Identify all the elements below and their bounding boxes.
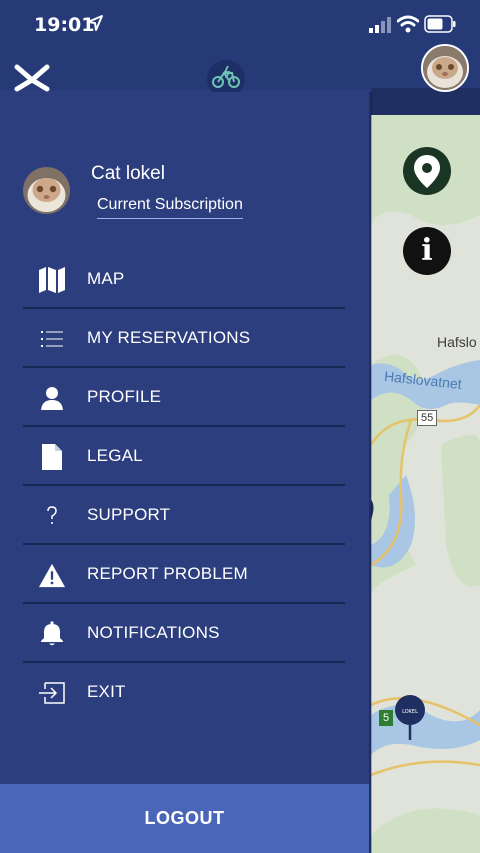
warning-icon bbox=[38, 561, 66, 589]
menu-item-map[interactable]: MAP bbox=[23, 250, 345, 309]
menu-item-legal[interactable]: LEGAL bbox=[23, 427, 345, 486]
drawer-shadow bbox=[369, 92, 372, 853]
menu-label-notifications: NOTIFICATIONS bbox=[87, 623, 220, 642]
bell-icon bbox=[38, 620, 66, 648]
menu-item-my-reservations[interactable]: MY RESERVATIONS bbox=[23, 309, 345, 368]
profile-avatar bbox=[23, 167, 70, 214]
map-icon bbox=[38, 266, 66, 294]
bike-location-pin[interactable]: LOKEL bbox=[394, 694, 426, 742]
map-label-place: Hafslo bbox=[437, 334, 477, 350]
person-icon bbox=[38, 384, 66, 412]
pin-text: LOKEL bbox=[402, 709, 418, 715]
map-terrain bbox=[371, 115, 480, 853]
menu-label-my-reservations: MY RESERVATIONS bbox=[87, 328, 251, 347]
menu-item-exit[interactable]: EXIT bbox=[23, 663, 345, 722]
exit-icon bbox=[38, 679, 66, 707]
current-subscription-button[interactable]: Current Subscription bbox=[97, 196, 243, 219]
menu-label-support: SUPPORT bbox=[87, 505, 171, 524]
user-name: Cat lokel bbox=[91, 163, 165, 184]
map-pin-icon bbox=[414, 155, 440, 188]
menu-label-map: MAP bbox=[87, 269, 125, 288]
battery-icon bbox=[424, 15, 456, 33]
cat-avatar-image bbox=[423, 46, 467, 90]
cat-avatar-image bbox=[23, 167, 70, 214]
menu-label-report-problem: REPORT PROBLEM bbox=[87, 564, 248, 583]
road-sign-5: 5 bbox=[379, 710, 394, 726]
map-view[interactable]: Hafslo Hafslovatnet 55 5 bbox=[371, 115, 480, 853]
close-menu-button[interactable] bbox=[12, 62, 52, 94]
question-icon bbox=[38, 502, 66, 530]
menu-item-profile[interactable]: PROFILE bbox=[23, 368, 345, 427]
map-header-strip bbox=[371, 88, 480, 115]
road-sign-55: 55 bbox=[417, 410, 438, 426]
menu-item-support[interactable]: SUPPORT bbox=[23, 486, 345, 545]
status-bar: 19:01 bbox=[0, 0, 480, 50]
document-icon bbox=[38, 443, 66, 471]
location-arrow-icon bbox=[87, 15, 103, 31]
menu-label-exit: EXIT bbox=[87, 682, 126, 701]
wifi-icon bbox=[397, 15, 419, 33]
menu-label-profile: PROFILE bbox=[87, 387, 162, 406]
user-avatar-button[interactable] bbox=[421, 44, 469, 92]
cell-signal-icon bbox=[369, 17, 391, 33]
info-button[interactable]: i bbox=[403, 227, 451, 275]
menu-label-legal: LEGAL bbox=[87, 446, 143, 465]
close-icon bbox=[14, 64, 50, 92]
logout-button[interactable]: LOGOUT bbox=[0, 784, 369, 853]
list-icon bbox=[38, 325, 66, 353]
locate-me-button[interactable] bbox=[403, 147, 451, 195]
menu-item-report-problem[interactable]: REPORT PROBLEM bbox=[23, 545, 345, 604]
drawer-menu: MAP MY RESERVATIONS PROFILE LEGAL SUPPOR… bbox=[23, 250, 345, 722]
menu-item-notifications[interactable]: NOTIFICATIONS bbox=[23, 604, 345, 663]
